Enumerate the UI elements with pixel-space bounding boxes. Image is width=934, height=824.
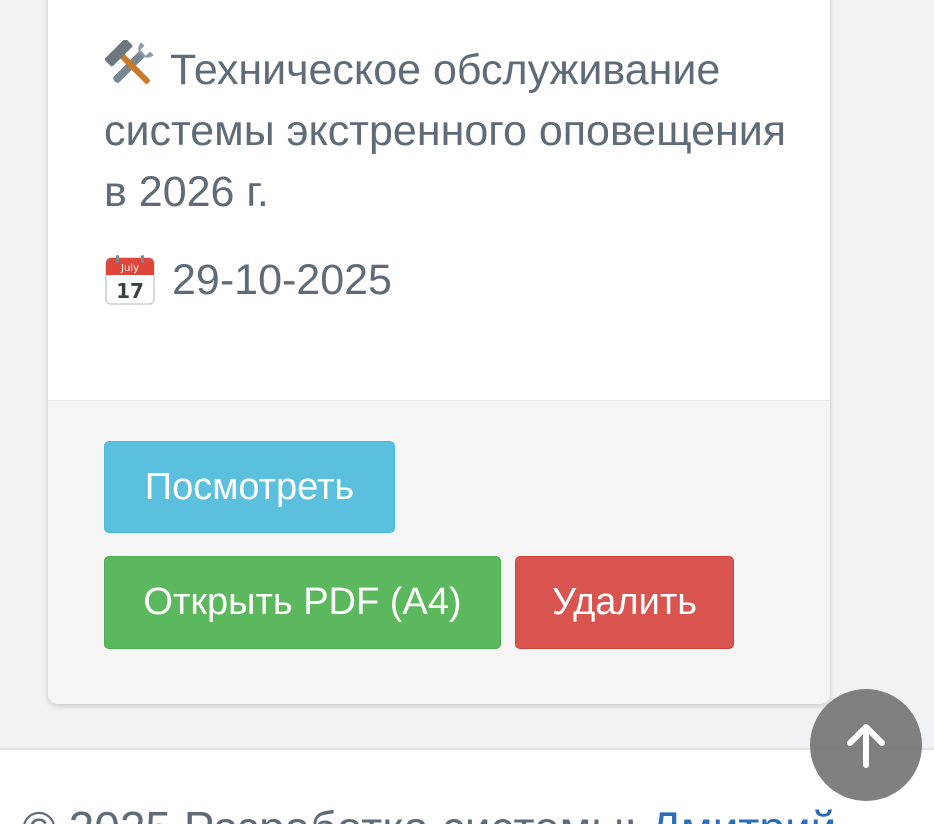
- card-title-text: Техническое обслуживание системы экстрен…: [104, 46, 787, 216]
- arrow-up-icon: [847, 724, 885, 768]
- hammer-and-wrench-icon: [104, 40, 154, 84]
- card-actions: Посмотреть Открыть PDF (A4) Удалить: [48, 400, 830, 704]
- view-button[interactable]: Посмотреть: [104, 441, 395, 533]
- scroll-to-top-button[interactable]: [810, 689, 922, 801]
- delete-button[interactable]: Удалить: [515, 556, 734, 649]
- calendar-icon-month: July: [120, 263, 139, 274]
- announcement-card: Техническое обслуживание системы экстрен…: [48, 0, 830, 704]
- card-date-row: July 17 29-10-2025: [104, 252, 392, 308]
- calendar-icon-day: 17: [116, 279, 144, 303]
- open-pdf-button[interactable]: Открыть PDF (A4): [104, 556, 501, 649]
- footer-copyright: © 2025 Разработка системы: Дмитрий: [22, 798, 836, 824]
- footer-copyright-text: © 2025 Разработка системы:: [22, 802, 650, 824]
- page-footer: © 2025 Разработка системы: Дмитрий: [0, 750, 934, 824]
- card-title: Техническое обслуживание системы экстрен…: [104, 40, 804, 223]
- card-date: 29-10-2025: [172, 255, 392, 304]
- footer-author-link[interactable]: Дмитрий: [650, 802, 837, 824]
- calendar-icon: July 17: [105, 255, 155, 305]
- card-body: Техническое обслуживание системы экстрен…: [48, 0, 830, 400]
